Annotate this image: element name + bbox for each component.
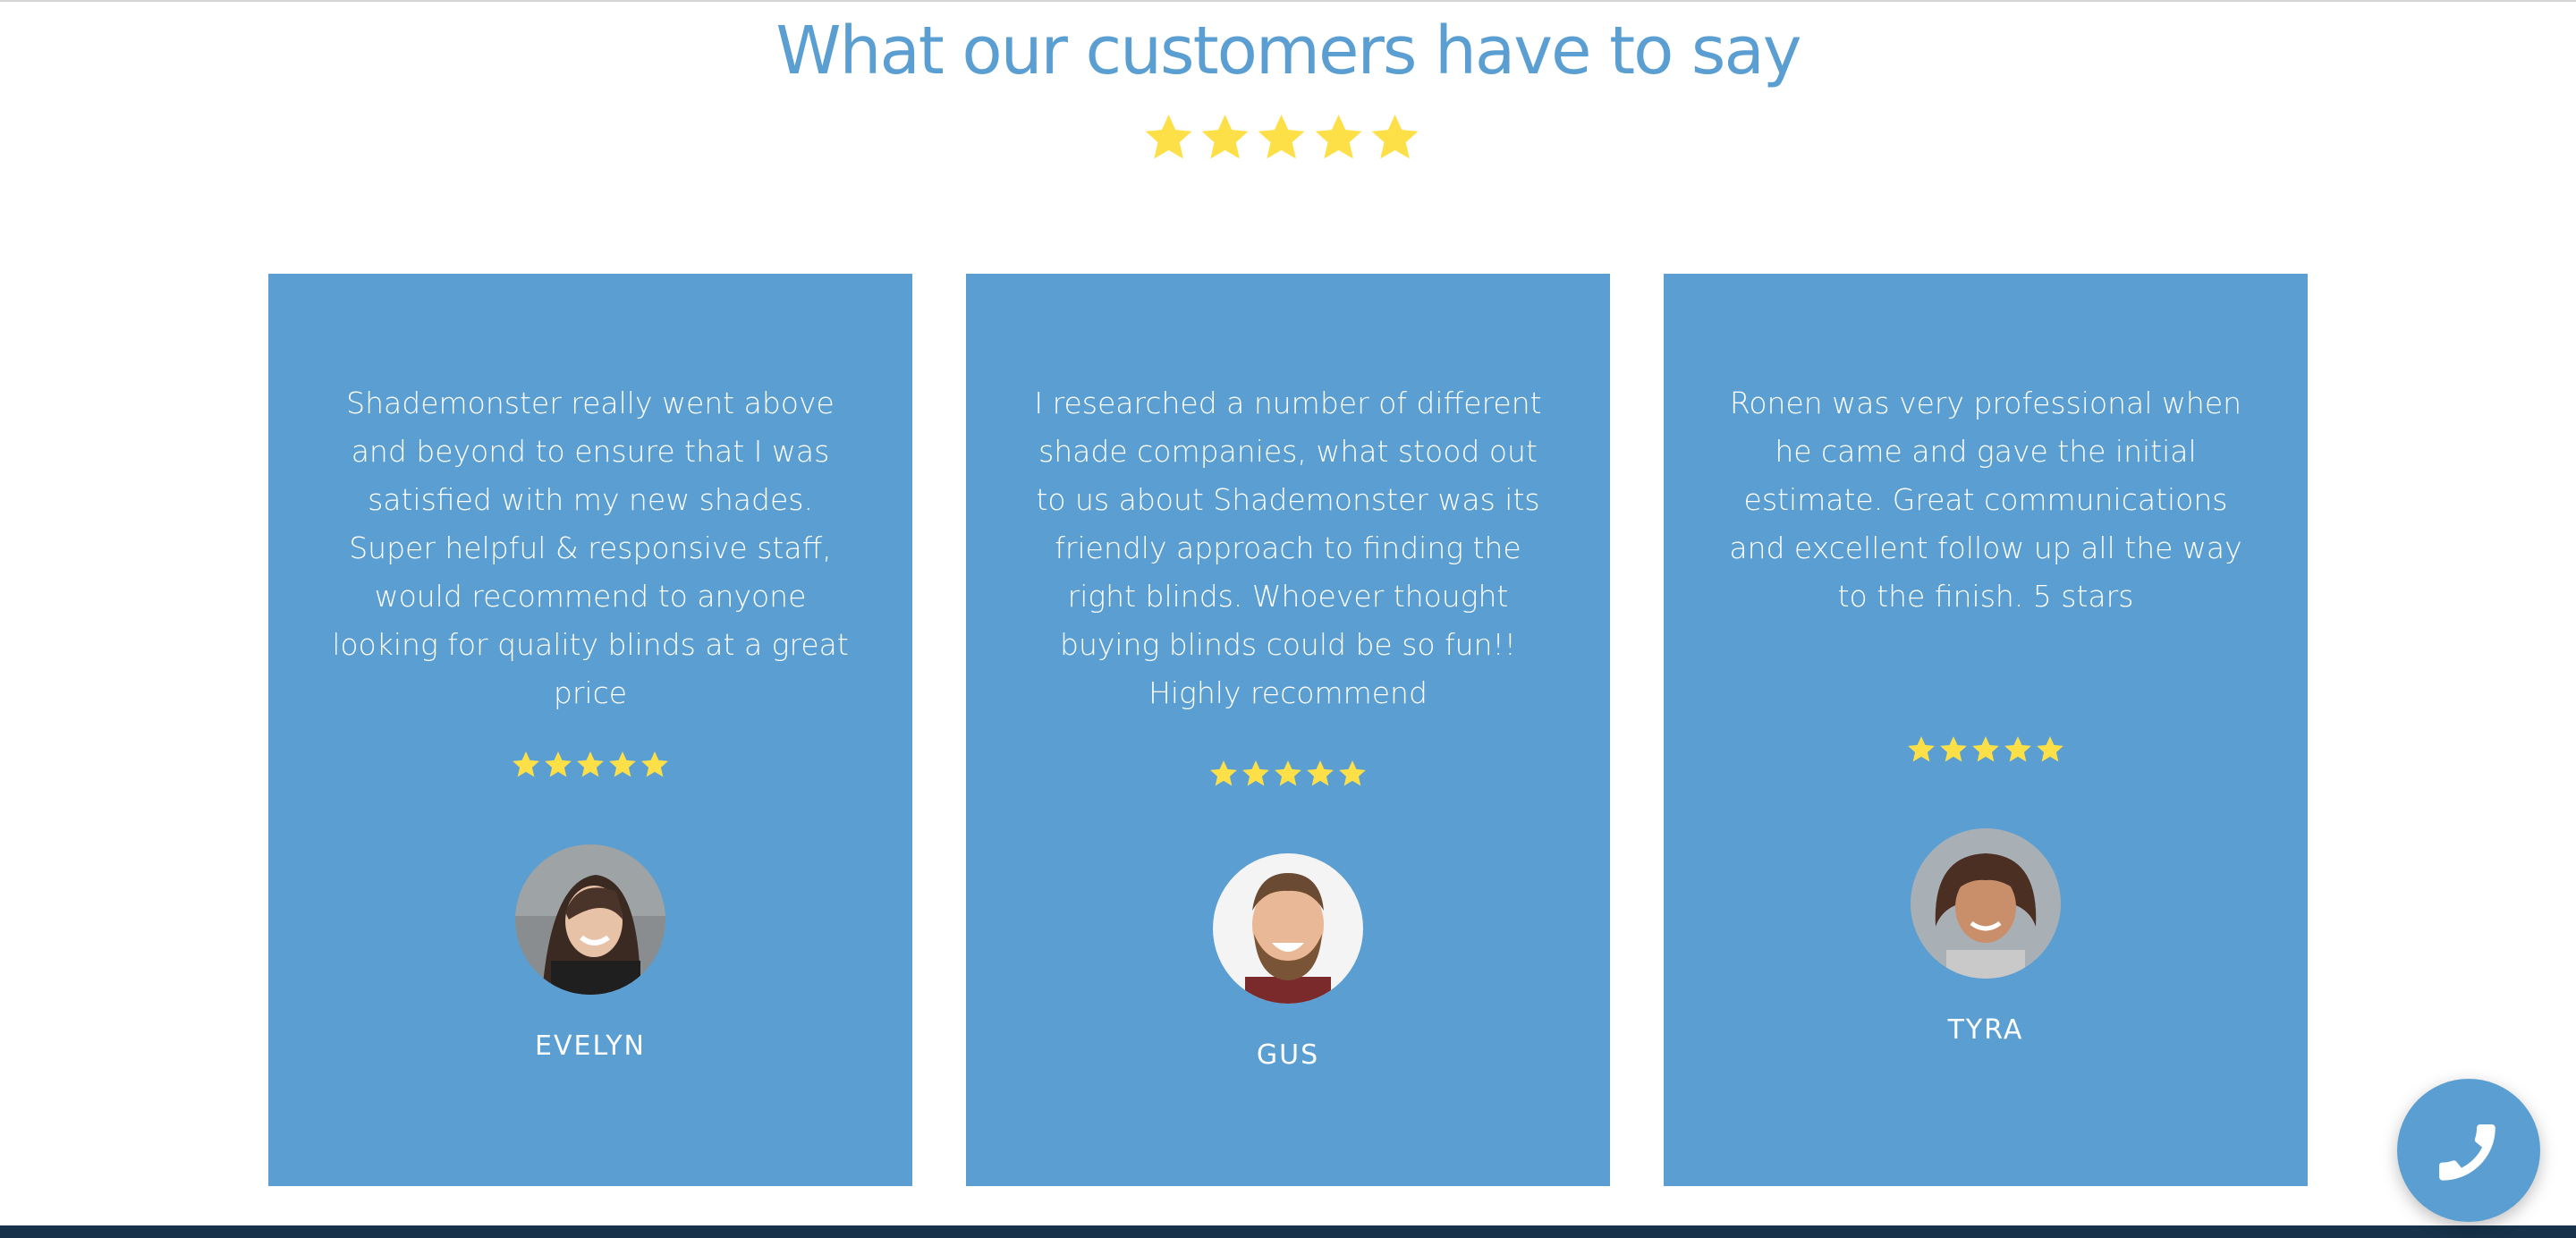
star-icon — [545, 751, 572, 777]
star-icon — [577, 751, 604, 777]
star-icon — [1940, 736, 1967, 762]
reviewer-name: EVELYN — [535, 1030, 646, 1062]
overall-rating — [1142, 111, 1421, 168]
testimonial-rating — [1664, 734, 2308, 767]
star-icon — [1371, 114, 1419, 159]
star-icon — [1972, 736, 1999, 762]
phone-icon — [2439, 1124, 2496, 1181]
testimonial-card-gus: I researched a number of different shade… — [966, 274, 1610, 1186]
star-icon — [641, 751, 668, 777]
testimonial-quote: Ronen was very professional when he came… — [1729, 386, 2242, 614]
avatar-photo — [1911, 828, 2061, 979]
star-icon — [1339, 760, 1366, 786]
star-icon — [1242, 760, 1269, 786]
top-divider — [0, 0, 2576, 2]
star-icon — [1275, 760, 1301, 786]
star-icon — [1908, 736, 1935, 762]
testimonial-rating — [268, 750, 912, 782]
star-icon — [1201, 114, 1249, 159]
avatar — [1911, 828, 2061, 979]
testimonial-quote: Shademonster really went above and beyon… — [332, 386, 849, 710]
testimonial-rating — [966, 759, 1610, 791]
testimonials-page: What our customers have to say Shademons… — [0, 0, 2576, 1238]
avatar — [1213, 853, 1363, 1004]
section-title: What our customers have to say — [775, 13, 1801, 89]
testimonial-card-evelyn: Shademonster really went above and beyon… — [268, 274, 912, 1186]
reviewer-name: TYRA — [1947, 1014, 2024, 1046]
star-icon — [1210, 760, 1237, 786]
avatar-photo — [1213, 853, 1363, 1004]
footer-band — [0, 1225, 2576, 1238]
call-button[interactable] — [2397, 1079, 2540, 1222]
testimonial-quote: I researched a number of different shade… — [1034, 386, 1542, 710]
star-icon — [1315, 114, 1362, 159]
star-icon — [1258, 114, 1305, 159]
star-icon — [2004, 736, 2031, 762]
star-icon — [1307, 760, 1334, 786]
reviewer-name: GUS — [1256, 1039, 1320, 1071]
star-icon — [2037, 736, 2063, 762]
star-icon — [1145, 114, 1192, 159]
star-icon — [609, 751, 636, 777]
star-icon — [513, 751, 539, 777]
testimonial-card-tyra: Ronen was very professional when he came… — [1664, 274, 2308, 1186]
avatar-photo — [515, 844, 665, 995]
avatar — [515, 844, 665, 995]
